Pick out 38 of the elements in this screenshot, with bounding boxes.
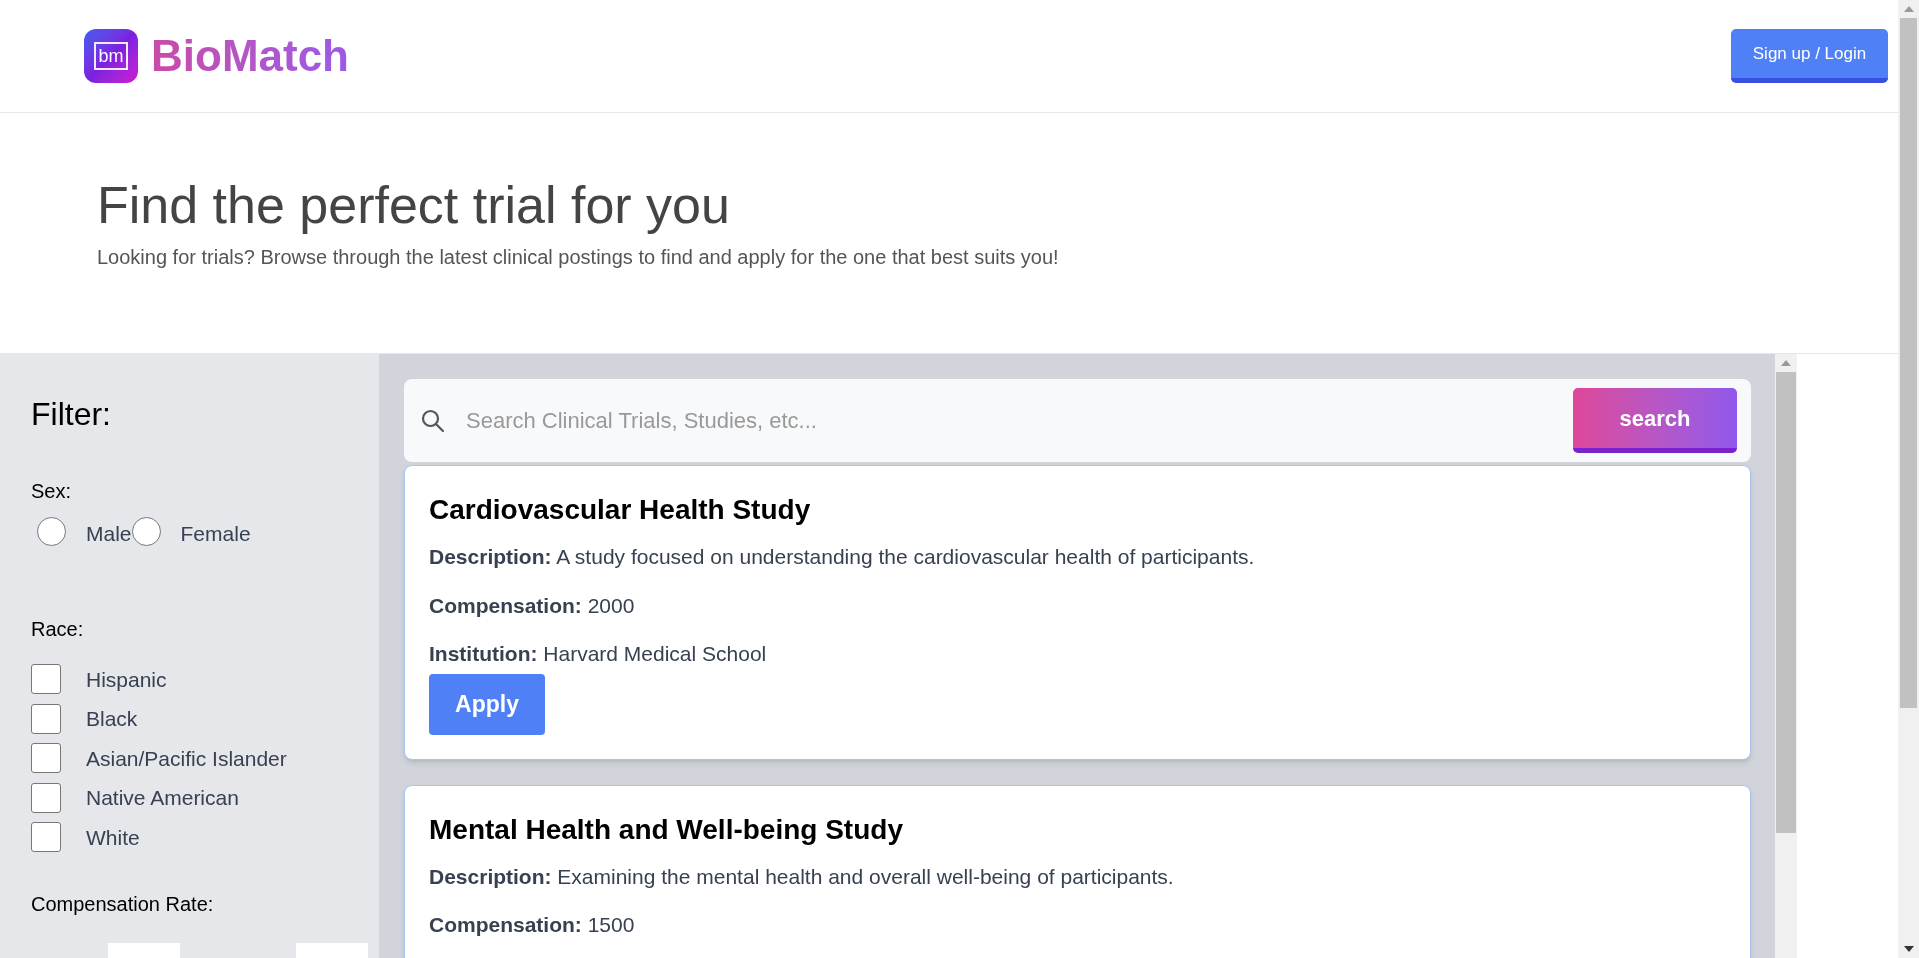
- scroll-down-icon[interactable]: [1903, 946, 1914, 952]
- radio-label[interactable]: Male: [86, 518, 132, 550]
- search-field[interactable]: Search Clinical Trials, Studies, etc... search: [404, 379, 1751, 462]
- trial-title: Cardiovascular Health Study: [429, 493, 812, 527]
- checkbox[interactable]: [31, 664, 61, 695]
- radio-button[interactable]: [37, 517, 66, 547]
- sex-label: Sex:: [31, 479, 73, 504]
- checkbox[interactable]: [31, 743, 61, 774]
- search-icon: [420, 407, 446, 434]
- trial-title: Mental Health and Well-being Study: [429, 812, 904, 847]
- checkbox[interactable]: [31, 822, 61, 853]
- race-label: Race:: [31, 616, 85, 642]
- filter-title: Filter:: [31, 395, 112, 434]
- signup-login-button[interactable]: Sign up / Login: [1731, 29, 1888, 83]
- trial-detail: Compensation: 1500: [429, 912, 636, 938]
- apply-button[interactable]: Apply: [429, 673, 545, 735]
- checkbox-label[interactable]: Native American: [86, 782, 239, 814]
- logo-icon: bm: [84, 29, 138, 83]
- checkbox-label[interactable]: Hispanic: [86, 663, 167, 695]
- trial-detail: Compensation: 2000: [429, 592, 636, 619]
- checkbox[interactable]: [31, 782, 61, 813]
- checkbox-label[interactable]: White: [86, 821, 140, 853]
- checkbox-label[interactable]: Black: [86, 703, 138, 735]
- trial-detail: Description: Examining the mental health and overall well-being of participants.: [429, 863, 1175, 890]
- search-button[interactable]: search: [1573, 388, 1737, 453]
- scrollbar[interactable]: [1775, 354, 1797, 958]
- checkbox[interactable]: [31, 703, 61, 734]
- checkbox-label[interactable]: Asian/Pacific Islander: [86, 742, 287, 774]
- scroll-up-icon[interactable]: [1903, 6, 1914, 12]
- radio-label[interactable]: Female: [180, 518, 251, 550]
- scrollbar[interactable]: [1898, 0, 1919, 958]
- scroll-up-icon[interactable]: [1781, 360, 1791, 366]
- trial-detail: Institution: Harvard Medical School: [429, 641, 768, 667]
- compensation-rate-label: Compensation Rate:: [31, 892, 215, 917]
- trial-detail: Description: A study focused on understanding the cardiovascular health of participants.: [429, 544, 1256, 570]
- hero-title: Find the perfect trial for you: [97, 175, 731, 236]
- radio-button[interactable]: [131, 517, 161, 547]
- hero-subtitle: Looking for trials? Browse through the latest clinical postings to find and apply for the one that best suits you!: [97, 245, 1060, 270]
